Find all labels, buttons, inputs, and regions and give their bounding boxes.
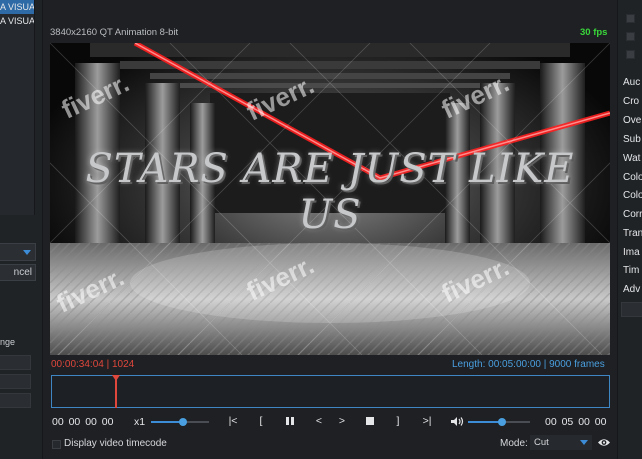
panel-button[interactable] (621, 302, 642, 317)
source-list-item[interactable]: A VISUA (0, 0, 34, 14)
timeline-scrubber[interactable] (51, 375, 610, 408)
go-to-start-button[interactable]: |< (225, 414, 241, 429)
previous-frame-button[interactable]: < (311, 414, 327, 429)
display-timecode-label: Display video timecode (64, 438, 167, 449)
stop-icon (366, 417, 374, 425)
volume-slider-knob[interactable] (498, 418, 506, 426)
filter-item-crop[interactable]: Cro (623, 96, 639, 107)
display-timecode-checkbox[interactable] (52, 440, 61, 449)
volume-icon[interactable] (450, 416, 464, 427)
volume-slider-fill (468, 421, 502, 423)
source-list: A VISUA A VISUA (0, 0, 35, 215)
next-frame-button[interactable]: > (334, 414, 350, 429)
chevron-down-icon (23, 250, 31, 255)
length-label: Length: 00:05:00:00 | 9000 frames (452, 359, 605, 370)
left-panel: A VISUA A VISUA ncel nge (0, 0, 43, 459)
mark-out-button[interactable]: ] (390, 414, 406, 429)
right-panel: Auc Cro Ove Sub Wat Colo Colo Corr Tran … (617, 0, 642, 459)
speed-label: x1 (134, 416, 146, 428)
start-timecode[interactable]: 00 00 00 00 (52, 416, 113, 428)
panel-checkbox[interactable] (626, 50, 635, 59)
pause-icon (291, 417, 294, 425)
filter-item-color[interactable]: Colo (623, 172, 642, 183)
mode-label: Mode: (500, 438, 528, 449)
chevron-down-icon (580, 440, 588, 445)
video-format-label: 3840x2160 QT Animation 8-bit (50, 27, 179, 38)
pause-button[interactable] (282, 414, 298, 429)
stop-button[interactable] (362, 414, 378, 429)
filter-item-subtitles[interactable]: Sub (623, 134, 641, 145)
filter-item-overlay[interactable]: Ove (623, 115, 641, 126)
filter-item-color-2[interactable]: Colo (623, 190, 642, 201)
filter-item-time[interactable]: Tim (623, 265, 639, 276)
pause-icon (286, 417, 289, 425)
mark-in-button[interactable]: [ (253, 414, 269, 429)
mode-value: Cut (534, 437, 549, 448)
filter-item-advanced[interactable]: Adv (623, 284, 640, 295)
panel-checkbox[interactable] (626, 14, 635, 23)
range-end-field[interactable] (0, 374, 31, 389)
filter-item-transform[interactable]: Tran (623, 228, 642, 239)
range-label: nge (0, 337, 16, 347)
filter-item-correction[interactable]: Corr (623, 209, 642, 220)
cancel-button[interactable]: ncel (0, 264, 36, 281)
speed-slider-knob[interactable] (179, 418, 187, 426)
current-timecode: 00:00:34:04 | 1024 (51, 359, 135, 370)
range-start-field[interactable] (0, 355, 31, 370)
panel-checkbox[interactable] (626, 32, 635, 41)
filter-item-image[interactable]: Ima (623, 247, 640, 258)
video-title-text: STARS ARE JUST LIKE US (85, 146, 575, 238)
filter-item-audio[interactable]: Auc (623, 77, 640, 88)
mode-dropdown[interactable]: Cut (530, 435, 592, 450)
playhead[interactable] (115, 375, 117, 408)
end-timecode[interactable]: 00 05 00 00 (545, 416, 606, 428)
filter-item-watermark[interactable]: Wat (623, 153, 640, 164)
preset-dropdown[interactable] (0, 243, 36, 261)
go-to-end-button[interactable]: >| (419, 414, 435, 429)
range-duration-field[interactable] (0, 393, 31, 408)
source-list-item[interactable]: A VISUA (0, 14, 34, 28)
eye-icon[interactable] (597, 437, 611, 448)
fps-label: 30 fps (580, 27, 608, 38)
video-preview[interactable]: STARS ARE JUST LIKE US fiverr. fiverr. f… (50, 43, 610, 355)
